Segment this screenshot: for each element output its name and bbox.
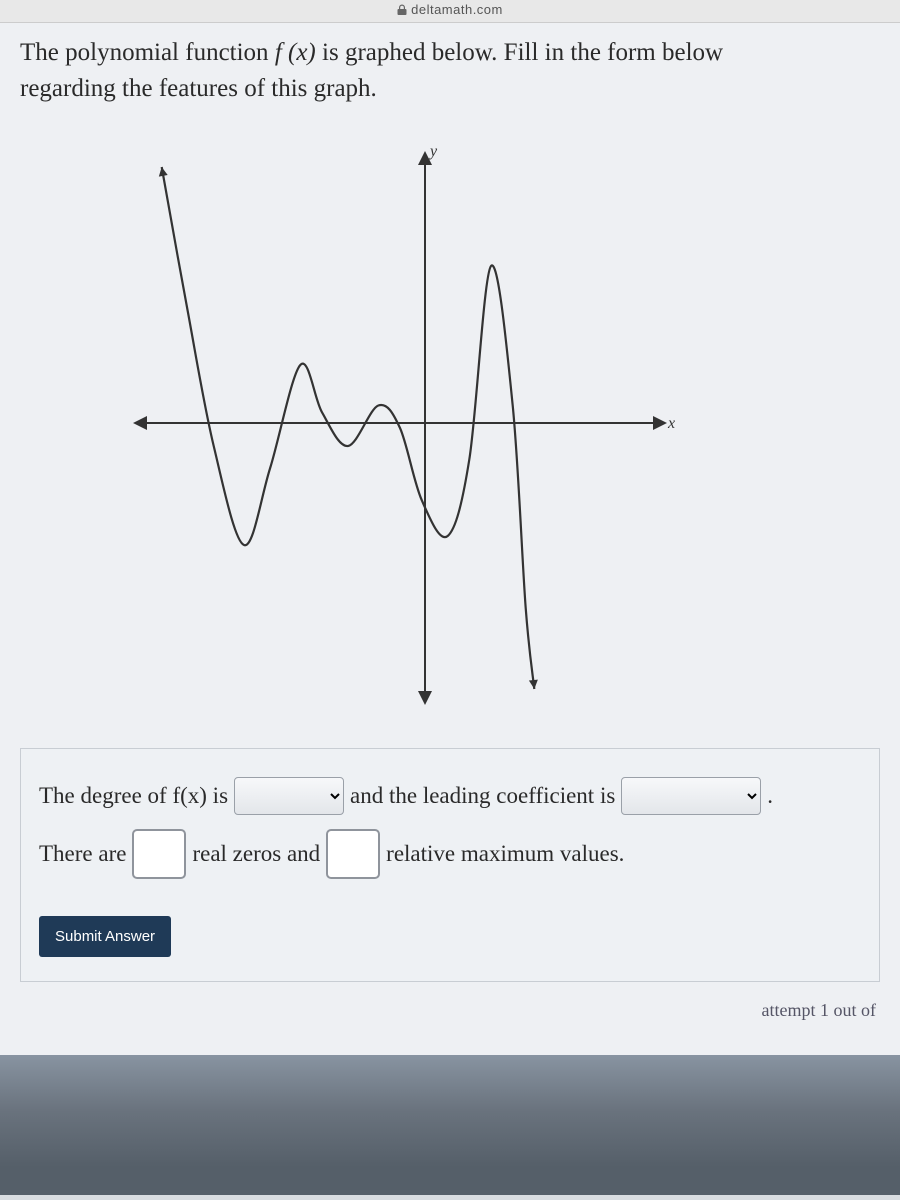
submit-button[interactable]: Submit Answer: [39, 916, 171, 957]
x-axis-label: x: [667, 415, 675, 432]
degree-label: The degree of f(x) is: [39, 771, 228, 822]
lock-icon: [397, 3, 407, 18]
curve-start-arrow: [159, 167, 168, 177]
problem-content: The polynomial function f (x) is graphed…: [0, 22, 900, 1055]
leading-label: and the leading coefficient is: [350, 771, 615, 822]
zeros-suffix: real zeros and: [192, 829, 320, 880]
attempt-counter: attempt 1 out of: [20, 1000, 880, 1021]
leading-coeff-select[interactable]: [621, 777, 761, 815]
y-axis-label: y: [428, 143, 438, 160]
real-zeros-input[interactable]: [132, 829, 186, 879]
url-text: deltamath.com: [411, 2, 503, 17]
period: .: [767, 771, 773, 822]
question-part1b: is graphed below. Fill in the form below: [316, 39, 723, 66]
zeros-prefix: There are: [39, 829, 126, 880]
footer-area: [0, 1055, 900, 1195]
max-suffix: relative maximum values.: [386, 829, 624, 880]
polynomial-curve: [162, 167, 535, 689]
fx-symbol: f (x): [275, 39, 316, 66]
degree-select[interactable]: [234, 777, 344, 815]
polynomial-graph: y x: [120, 128, 680, 718]
answer-form: The degree of f(x) is and the leading co…: [20, 748, 880, 983]
question-text: The polynomial function f (x) is graphed…: [20, 35, 880, 108]
graph-area: y x: [120, 128, 680, 718]
question-part1: The polynomial function: [20, 39, 275, 66]
url-bar: deltamath.com: [0, 0, 900, 22]
relative-max-input[interactable]: [326, 829, 380, 879]
question-part2: regarding the features of this graph.: [20, 75, 377, 102]
